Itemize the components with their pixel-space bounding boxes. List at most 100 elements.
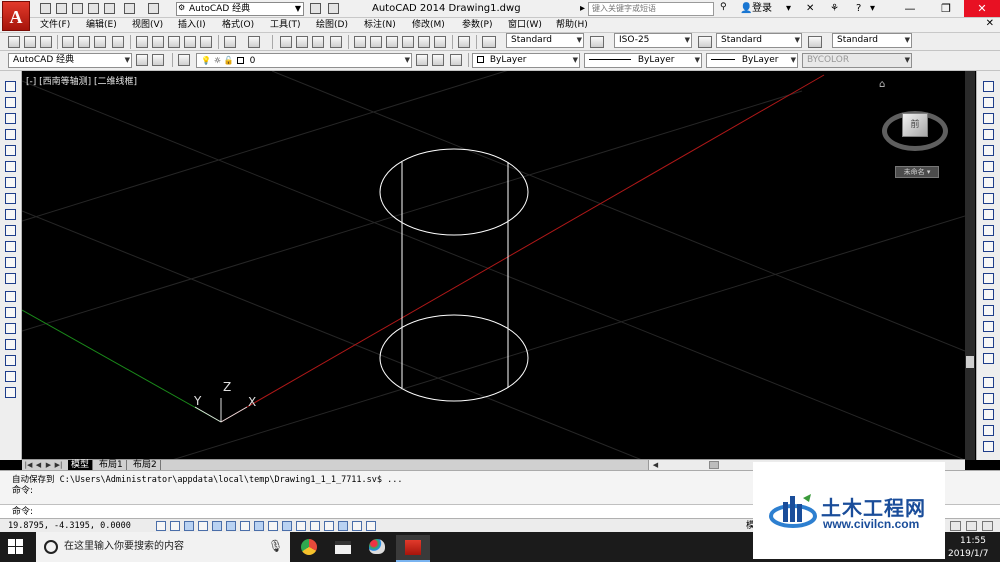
extend-tool-icon[interactable] (983, 241, 994, 252)
make-block-icon[interactable] (5, 273, 16, 284)
break-tool-icon[interactable] (983, 273, 994, 284)
layer-state-icon[interactable] (450, 54, 462, 66)
join-tool-icon[interactable] (983, 289, 994, 300)
table-style-icon[interactable] (698, 36, 712, 48)
horizontal-scroll-thumb[interactable] (709, 461, 719, 469)
properties-icon[interactable] (354, 36, 366, 48)
ortho-mode-button[interactable] (198, 521, 208, 531)
infer-constraints-button[interactable] (156, 521, 166, 531)
polygon-tool-icon[interactable] (5, 129, 16, 140)
publish-icon[interactable] (94, 36, 106, 48)
lock-toolbar-icon[interactable] (950, 521, 961, 531)
menu-parametric[interactable]: 参数(P) (462, 19, 492, 32)
copy-icon[interactable] (152, 36, 164, 48)
match-properties-icon[interactable] (184, 36, 196, 48)
sheet-set-icon[interactable] (402, 36, 414, 48)
offset-tool-icon[interactable] (983, 129, 994, 140)
quick-properties-button[interactable] (324, 521, 334, 531)
3d-print-icon[interactable] (112, 36, 124, 48)
bring-above-icon[interactable] (983, 393, 994, 404)
maximize-button[interactable]: ❐ (928, 0, 964, 17)
color-select[interactable]: ByLayer ▼ (472, 53, 580, 68)
open-icon[interactable] (24, 36, 36, 48)
coordinate-readout[interactable]: 19.8795, -4.3195, 0.0000 (8, 520, 131, 532)
draw-order-icon[interactable] (983, 377, 994, 388)
expand-arrow-icon[interactable]: ▸ (580, 2, 585, 16)
text-above-icon[interactable] (983, 425, 994, 436)
construction-line-icon[interactable] (5, 97, 16, 108)
object-snap-tracking-button[interactable] (254, 521, 264, 531)
save-icon[interactable] (72, 3, 83, 14)
table-tool-icon[interactable] (5, 355, 16, 366)
close-drawing-icon[interactable]: ✕ (986, 18, 994, 29)
point-tool-icon[interactable] (5, 291, 16, 302)
home-icon[interactable]: ⌂ (879, 79, 885, 90)
block-editor-icon[interactable] (200, 36, 212, 48)
lineweight-select[interactable]: ByLayer ▼ (706, 53, 798, 68)
revision-cloud-icon[interactable] (5, 193, 16, 204)
taskbar-app-video-editor[interactable] (326, 535, 360, 562)
3d-object-snap-button[interactable] (240, 521, 250, 531)
plot-preview-icon[interactable] (78, 36, 90, 48)
dim-style-icon[interactable] (590, 36, 604, 48)
multiline-text-icon[interactable] (5, 371, 16, 382)
menu-dimension[interactable]: 标注(N) (364, 19, 396, 32)
clean-screen-icon[interactable] (966, 521, 977, 531)
plot-icon[interactable] (62, 36, 74, 48)
polar-tracking-button[interactable] (212, 521, 222, 531)
snap-mode-button[interactable] (170, 521, 180, 531)
drawing-canvas[interactable]: [-] [西南等轴测] [二维线框] X Y Z ⌂ 前 未命名 ▾ (22, 71, 965, 460)
lineweight-button[interactable] (296, 521, 306, 531)
model-space-button[interactable] (366, 521, 376, 531)
taskbar-clock-time[interactable]: 11:55 (960, 535, 986, 547)
layer-previous-icon[interactable] (432, 54, 444, 66)
mirror-tool-icon[interactable] (983, 113, 994, 124)
help-button[interactable]: ? (856, 2, 861, 16)
grid-display-button[interactable] (184, 521, 194, 531)
rotate-tool-icon[interactable] (983, 177, 994, 188)
markup-icon[interactable] (418, 36, 430, 48)
multileader-style-select[interactable]: Standard ▼ (832, 33, 912, 48)
taskbar-search-input[interactable]: 在这里输入你要搜索的内容 🎙 (36, 532, 290, 562)
taskbar-app-browser[interactable] (292, 535, 326, 562)
transparency-button[interactable] (310, 521, 320, 531)
qnew-icon[interactable] (8, 36, 20, 48)
selection-cycling-button[interactable] (338, 521, 348, 531)
tool-palettes-icon[interactable] (386, 36, 398, 48)
polyline-tool-icon[interactable] (5, 113, 16, 124)
blend-curves-icon[interactable] (983, 337, 994, 348)
wcs-menu-button[interactable]: 未命名 ▾ (895, 166, 939, 178)
undo-icon[interactable] (124, 3, 135, 14)
paste-icon[interactable] (168, 36, 180, 48)
redo-icon[interactable] (148, 3, 159, 14)
customize-toolbar-icon[interactable] (328, 3, 339, 14)
next-tab-arrow-icon[interactable]: ▶ (44, 460, 53, 470)
exchange-apps-icon[interactable]: ✕ (806, 2, 814, 16)
rectangle-tool-icon[interactable] (5, 145, 16, 156)
help-icon[interactable] (458, 36, 470, 48)
circle-tool-icon[interactable] (5, 177, 16, 188)
workspace-save-icon[interactable] (152, 54, 164, 66)
workspace-settings-gear-icon[interactable] (136, 54, 148, 66)
viewcube-face[interactable]: 前 (902, 113, 928, 137)
workspace-dropdown[interactable]: AutoCAD 经典 ▼ (8, 53, 132, 68)
windows-start-button[interactable] (8, 539, 24, 555)
search-input[interactable]: 键入关键字或短语 (588, 2, 714, 16)
multileader-style-icon[interactable] (808, 36, 822, 48)
chevron-down-icon[interactable]: ▾ (870, 2, 875, 16)
zoom-window-icon[interactable] (312, 36, 324, 48)
object-snap-button[interactable] (226, 521, 236, 531)
send-under-icon[interactable] (983, 409, 994, 420)
quickcalc-icon[interactable] (434, 36, 446, 48)
menu-tools[interactable]: 工具(T) (270, 19, 301, 32)
hatch-back-icon[interactable] (983, 441, 994, 452)
copy-tool-icon[interactable] (983, 97, 994, 108)
scroll-left-arrow-icon[interactable]: ◀ (651, 460, 660, 470)
plot-style-select[interactable]: BYCOLOR ▼ (802, 53, 912, 68)
taskbar-clock-date[interactable]: 2019/1/7 (948, 548, 988, 560)
insert-block-icon[interactable] (5, 257, 16, 268)
minimize-button[interactable]: — (892, 0, 928, 17)
design-center-icon[interactable] (370, 36, 382, 48)
make-object-layer-current-icon[interactable] (416, 54, 428, 66)
allow-dynamic-ucs-button[interactable] (268, 521, 278, 531)
